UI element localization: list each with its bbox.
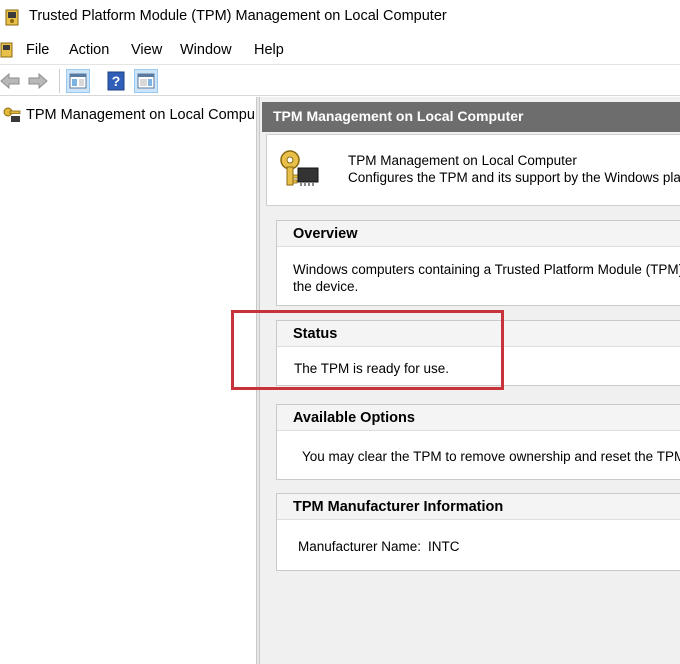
title-bar: Trusted Platform Module (TPM) Management… <box>0 0 680 34</box>
snapin-description: Configures the TPM and its support by th… <box>348 170 680 185</box>
help-button[interactable]: ? <box>104 69 128 93</box>
overview-section: Overview Windows computers containing a … <box>276 220 680 306</box>
back-button[interactable] <box>0 69 22 93</box>
menu-window[interactable]: Window <box>180 42 232 58</box>
system-menu-icon[interactable] <box>0 41 14 59</box>
menu-file[interactable]: File <box>26 42 49 58</box>
window-title: Trusted Platform Module (TPM) Management… <box>29 8 447 24</box>
help-icon: ? <box>107 71 125 91</box>
manufacturer-info-section: TPM Manufacturer Information Manufacture… <box>276 493 680 571</box>
show-hide-tree-icon <box>69 73 87 89</box>
forward-arrow-icon <box>28 72 48 90</box>
available-options-section: Available Options You may clear the TPM … <box>276 404 680 480</box>
tpm-snapin-icon <box>5 9 19 26</box>
show-hide-action-pane-button[interactable] <box>134 69 158 93</box>
menu-help[interactable]: Help <box>254 42 284 58</box>
console-tree: TPM Management on Local Compu <box>0 97 256 664</box>
manufacturer-info-title: TPM Manufacturer Information <box>293 499 504 515</box>
status-highlight-box <box>231 310 504 390</box>
manufacturer-name-label: Manufacturer Name: <box>298 539 422 554</box>
manufacturer-name-value: INTC <box>428 539 460 554</box>
svg-text:?: ? <box>112 73 121 89</box>
overview-header: Overview <box>277 221 680 247</box>
menu-view[interactable]: View <box>131 42 162 58</box>
available-options-text: You may clear the TPM to remove ownershi… <box>302 449 680 464</box>
forward-button[interactable] <box>26 69 50 93</box>
back-arrow-icon <box>0 72 20 90</box>
overview-text-line1: Windows computers containing a Trusted P… <box>293 262 680 277</box>
show-hide-action-pane-icon <box>137 73 155 89</box>
snapin-title: TPM Management on Local Computer <box>348 153 577 168</box>
overview-title: Overview <box>293 226 358 242</box>
available-options-title: Available Options <box>293 410 415 426</box>
show-hide-tree-button[interactable] <box>66 69 90 93</box>
tree-item-tpm-management[interactable]: TPM Management on Local Compu <box>0 105 256 125</box>
menu-bar: File Action View Window Help <box>0 38 680 62</box>
content-header-title: TPM Management on Local Computer <box>273 108 524 124</box>
toolbar: ? <box>0 64 680 96</box>
tpm-key-chip-icon <box>280 150 319 186</box>
toolbar-separator <box>59 69 60 93</box>
tpm-key-icon <box>3 107 21 122</box>
available-options-header: Available Options <box>277 405 680 431</box>
snapin-info-panel: TPM Management on Local Computer Configu… <box>266 134 680 206</box>
manufacturer-info-header: TPM Manufacturer Information <box>277 494 680 520</box>
overview-text-line2: the device. <box>293 279 359 294</box>
tree-item-label: TPM Management on Local Compu <box>26 107 255 123</box>
content-header: TPM Management on Local Computer <box>262 102 680 132</box>
menu-action[interactable]: Action <box>69 42 109 58</box>
